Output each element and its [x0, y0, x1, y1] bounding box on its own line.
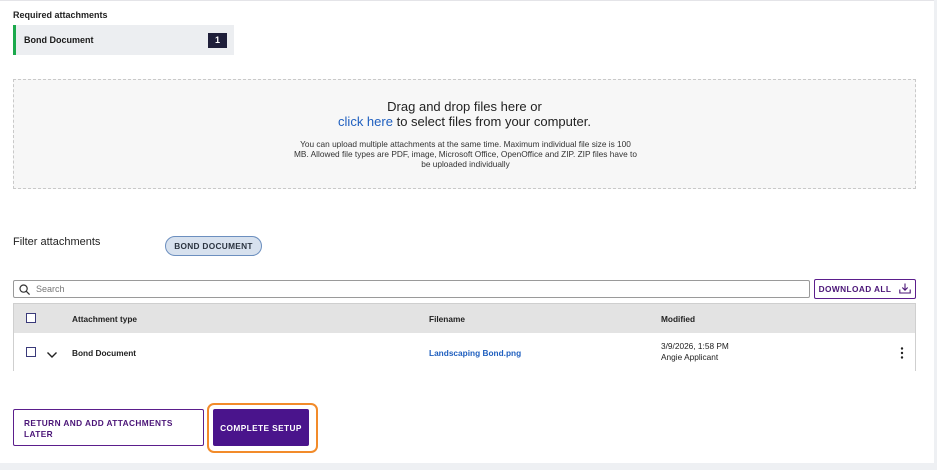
filter-attachments-label: Filter attachments — [13, 236, 101, 248]
row-filename-link[interactable]: Landscaping Bond.png — [429, 348, 521, 358]
dropzone-subheading: click here to select files from your com… — [14, 114, 915, 129]
table-header: Attachment type Filename Modified — [14, 304, 915, 333]
table-row: Bond Document Landscaping Bond.png 3/9/2… — [14, 333, 915, 371]
search-icon — [19, 283, 30, 295]
required-item-label: Bond Document — [24, 35, 94, 45]
kebab-menu-icon[interactable] — [899, 346, 905, 360]
required-item-count-badge: 1 — [208, 32, 227, 48]
download-icon — [899, 283, 912, 296]
complete-setup-button[interactable]: COMPLETE SETUP — [213, 409, 309, 446]
dropzone-heading: Drag and drop files here or — [387, 99, 542, 114]
file-dropzone[interactable]: Drag and drop files here or click here t… — [13, 79, 916, 189]
header-modified: Modified — [661, 314, 696, 324]
header-filename: Filename — [429, 314, 465, 324]
download-all-button[interactable]: DOWNLOAD ALL — [814, 279, 916, 299]
row-checkbox[interactable] — [26, 347, 36, 357]
row-modified-date: 3/9/2026, 1:58 PM — [661, 341, 729, 351]
row-modified-by: Angie Applicant — [661, 352, 719, 362]
dropzone-note: You can upload multiple attachments at t… — [294, 139, 637, 169]
search-box[interactable] — [13, 280, 810, 298]
click-here-link[interactable]: click here — [338, 114, 393, 129]
header-attachment-type: Attachment type — [72, 314, 138, 324]
required-attachments-title: Required attachments — [13, 10, 108, 20]
attachments-table: Attachment type Filename Modified Bond D… — [13, 303, 916, 371]
row-attachment-type: Bond Document — [72, 348, 137, 358]
dropzone-subheading-rest: to select files from your computer. — [392, 114, 591, 129]
return-add-later-button[interactable]: RETURN AND ADD ATTACHMENTS LATER — [13, 409, 204, 446]
filter-chip-bond-document[interactable]: BOND DOCUMENT — [165, 236, 262, 256]
select-all-checkbox[interactable] — [26, 313, 36, 323]
top-divider — [0, 0, 937, 1]
download-all-label: DOWNLOAD ALL — [818, 284, 892, 294]
chevron-down-icon[interactable] — [46, 347, 58, 358]
bottom-strip — [0, 463, 937, 470]
search-input[interactable] — [36, 284, 776, 294]
required-item-bond-document[interactable]: Bond Document 1 — [13, 25, 234, 55]
